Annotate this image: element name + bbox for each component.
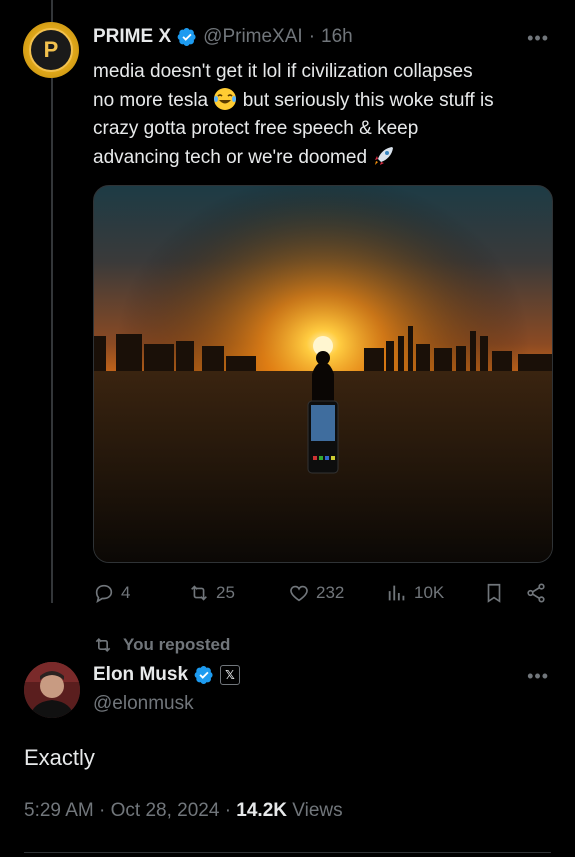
repost-icon bbox=[191, 585, 207, 601]
x-glyph: X bbox=[158, 26, 172, 47]
thread-line bbox=[51, 0, 53, 603]
tweet-views-count: 14.2K bbox=[236, 800, 287, 821]
views-count: 10K bbox=[414, 583, 445, 602]
repost-small-icon bbox=[95, 637, 111, 653]
reply-button[interactable]: 4 bbox=[93, 582, 130, 604]
share-icon bbox=[527, 583, 545, 603]
rocket-emoji-icon bbox=[375, 146, 394, 165]
tweet-date[interactable]: Oct 28, 2024 bbox=[111, 800, 220, 821]
divider bbox=[24, 852, 551, 853]
elon-avatar[interactable] bbox=[24, 662, 80, 718]
parent-tweet-header: PRIME X @PrimeXAI · 16h bbox=[93, 26, 353, 48]
views-chart-icon bbox=[388, 585, 405, 601]
tweet-time[interactable]: 5:29 AM bbox=[24, 800, 94, 821]
parent-action-bar: 4 25 232 10K bbox=[93, 582, 553, 608]
prime-avatar[interactable]: P bbox=[23, 22, 79, 78]
like-count: 232 bbox=[316, 583, 345, 602]
prime-logo-icon: P bbox=[29, 28, 73, 72]
avatar-photo bbox=[24, 662, 80, 718]
reply-count: 4 bbox=[121, 583, 131, 602]
verified-badge-icon bbox=[177, 28, 196, 46]
parent-display-name[interactable]: PRIME X bbox=[93, 26, 171, 48]
sunset-scene-illustration bbox=[94, 186, 552, 562]
main-display-name[interactable]: Elon Musk bbox=[93, 664, 188, 686]
x-affiliation-badge-icon[interactable]: 𝕏 bbox=[220, 665, 241, 685]
main-tweet-meta: 5:29 AM · Oct 28, 2024 · 14.2K Views bbox=[24, 800, 343, 821]
bookmark-button[interactable] bbox=[483, 582, 505, 604]
parent-tweet-text: media doesn't get it lol if civilization… bbox=[93, 61, 494, 168]
reply-icon bbox=[95, 584, 113, 603]
main-tweet-text: Exactly bbox=[24, 745, 95, 770]
parent-separator: · bbox=[308, 26, 316, 47]
like-button[interactable]: 232 bbox=[288, 582, 344, 604]
share-button[interactable] bbox=[525, 582, 547, 604]
parent-more-icon[interactable]: ••• bbox=[527, 28, 549, 49]
laughing-tears-emoji-icon bbox=[214, 87, 237, 110]
repost-button[interactable]: 25 bbox=[188, 582, 235, 604]
bookmark-icon bbox=[487, 583, 501, 603]
main-tweet-header: Elon Musk 𝕏 bbox=[93, 664, 241, 686]
parent-handle[interactable]: @PrimeXAI bbox=[203, 26, 303, 48]
parent-time[interactable]: 16h bbox=[321, 26, 353, 48]
tweet-media-image[interactable] bbox=[93, 185, 553, 563]
heart-icon bbox=[290, 585, 308, 602]
main-more-icon[interactable]: ••• bbox=[527, 666, 549, 687]
views-button[interactable]: 10K bbox=[386, 582, 444, 604]
tweet-views-label: Views bbox=[292, 800, 343, 821]
repost-banner-label: You reposted bbox=[123, 635, 231, 654]
repost-banner: You reposted bbox=[93, 635, 230, 655]
repost-count: 25 bbox=[216, 583, 235, 602]
main-handle[interactable]: @elonmusk bbox=[93, 693, 194, 715]
verified-badge-icon bbox=[194, 666, 213, 684]
